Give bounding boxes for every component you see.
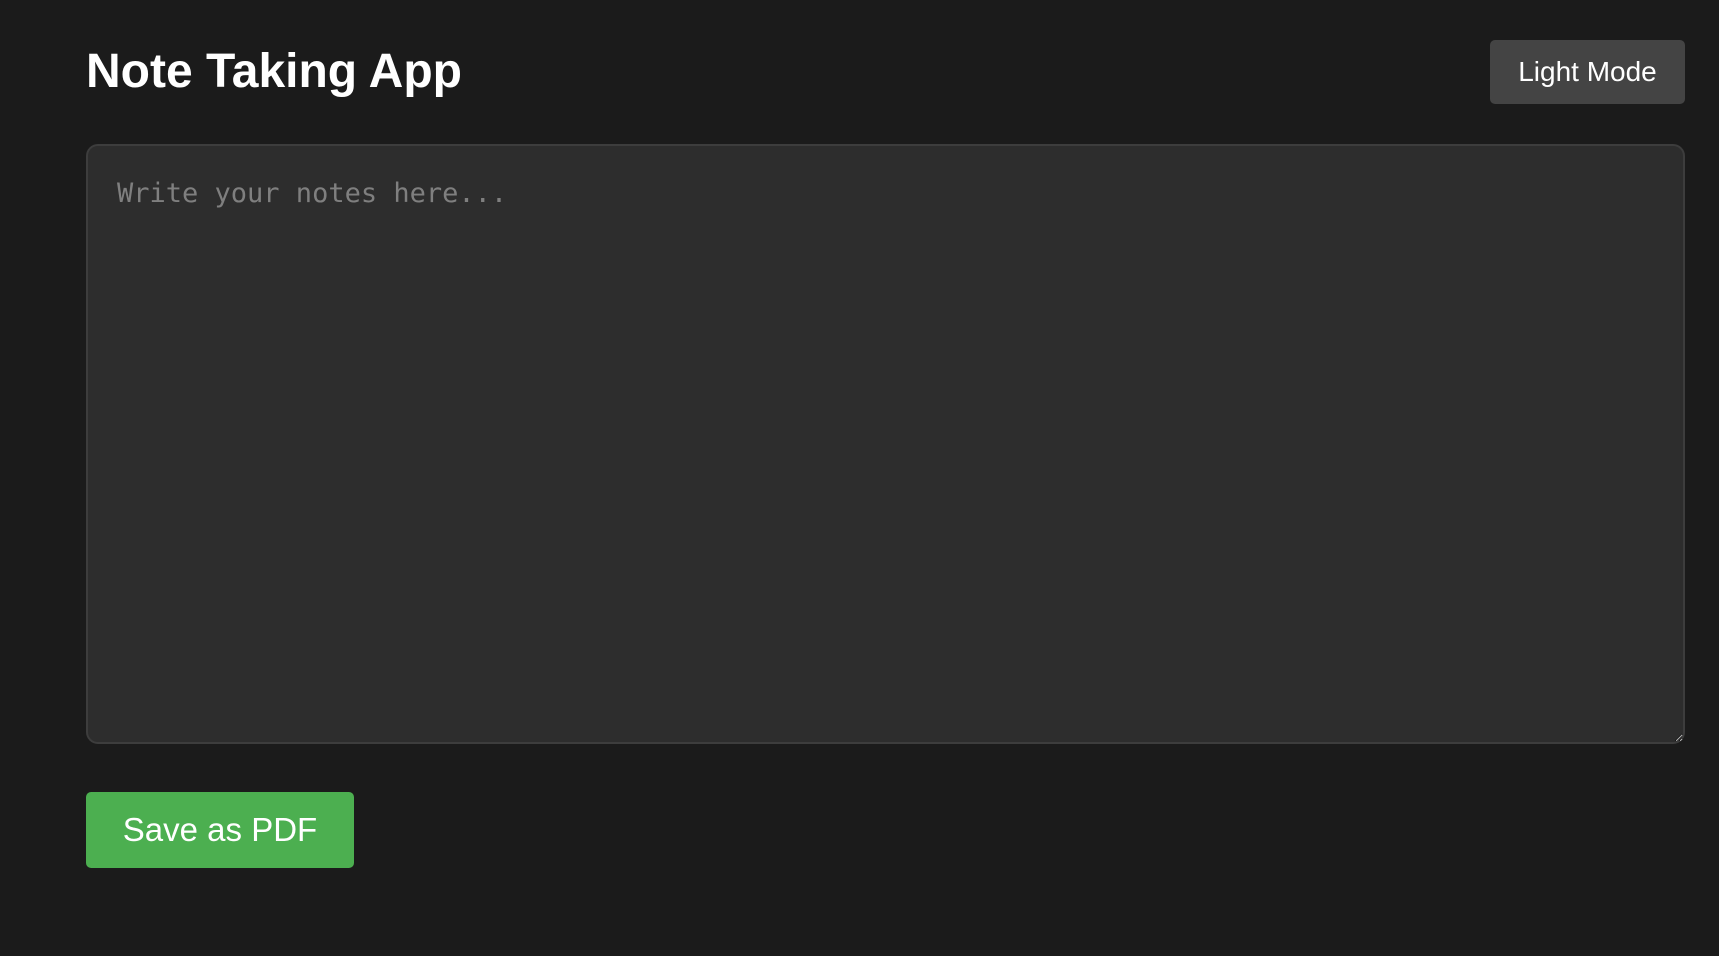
app-header: Note Taking App Light Mode bbox=[86, 40, 1685, 104]
notes-textarea[interactable] bbox=[86, 144, 1685, 744]
note-taking-app: Note Taking App Light Mode Save as PDF bbox=[0, 0, 1719, 956]
light-mode-toggle-button[interactable]: Light Mode bbox=[1490, 40, 1685, 104]
save-as-pdf-button[interactable]: Save as PDF bbox=[86, 792, 354, 868]
notes-editor-container bbox=[86, 144, 1685, 744]
page-title: Note Taking App bbox=[86, 45, 462, 98]
